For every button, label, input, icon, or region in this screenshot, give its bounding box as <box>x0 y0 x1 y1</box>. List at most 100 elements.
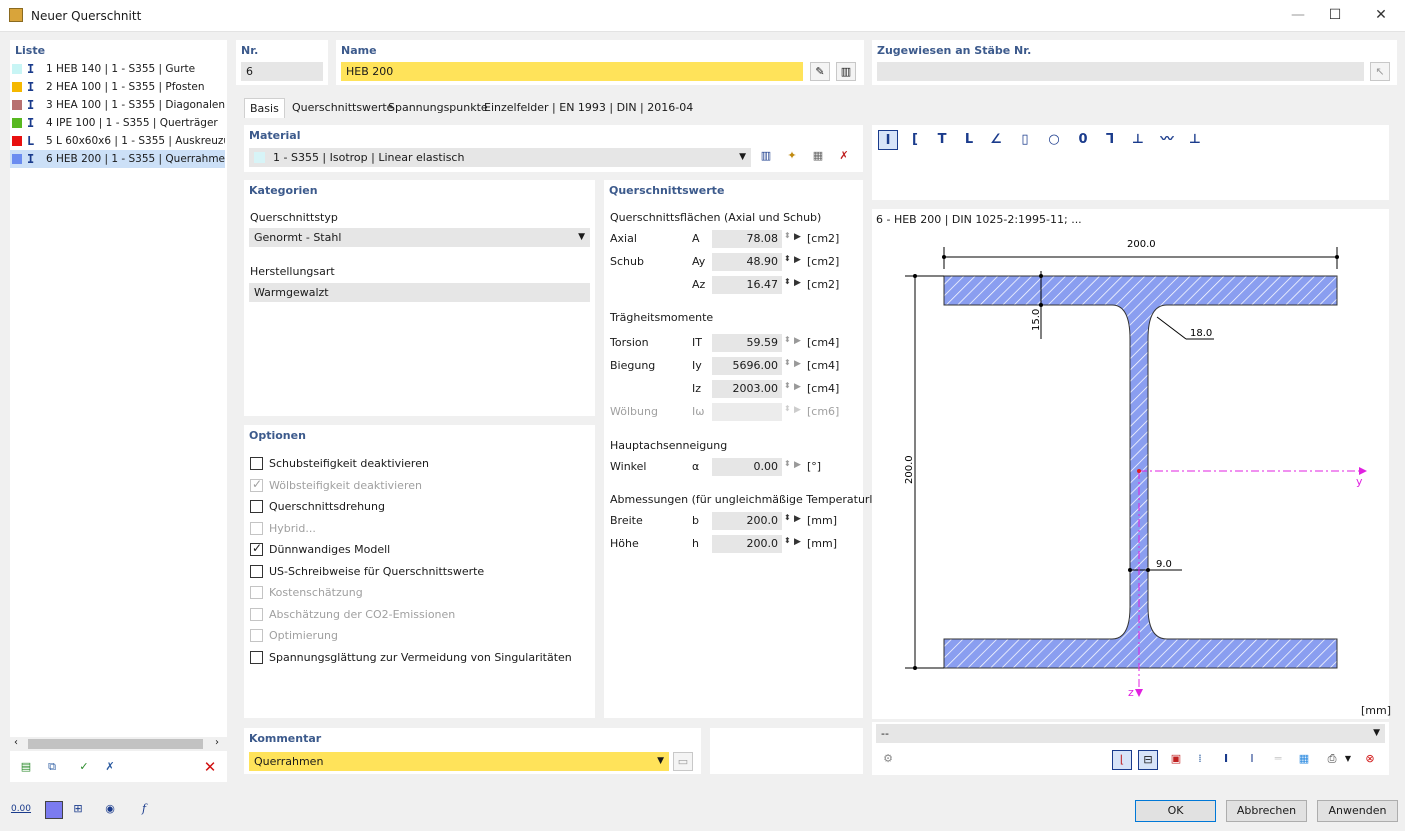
querschnittstyp-select[interactable]: Genormt - Stahl ▼ <box>249 228 590 247</box>
list-item[interactable]: I 3 HEA 100 | 1 - S355 | Diagonalen <box>10 96 225 114</box>
oval-hollow-icon[interactable]: 0 <box>1073 130 1093 150</box>
value-field[interactable]: 200.0 <box>712 535 782 553</box>
show-principal-axes-icon[interactable]: I <box>1242 750 1262 770</box>
spinner-icon[interactable]: ⬍ <box>784 536 791 545</box>
tab-spannungspunkte[interactable]: Spannungspunkte <box>383 98 493 118</box>
arrow-right-icon[interactable]: ▶ <box>794 514 801 524</box>
tab-einzelfelder[interactable]: Einzelfelder | EN 1993 | DIN | 2016-04 <box>479 98 698 118</box>
arrow-right-icon[interactable]: ▶ <box>794 232 801 242</box>
kommentar-select[interactable]: Querrahmen ▼ <box>249 752 669 771</box>
value-field[interactable]: 2003.00 <box>712 380 782 398</box>
delete-icon[interactable]: ✕ <box>200 758 220 778</box>
view-select[interactable]: -- ▼ <box>876 724 1385 743</box>
tab-querschnittswerte[interactable]: Querschnittswerte <box>287 98 398 118</box>
nr-field[interactable]: 6 <box>241 62 323 81</box>
spinner-icon[interactable]: ⬍ <box>784 358 791 367</box>
value-field[interactable]: 200.0 <box>712 512 782 530</box>
cancel-button[interactable]: Abbrechen <box>1226 800 1307 822</box>
grid-icon[interactable]: ▦ <box>1294 750 1314 770</box>
value-field[interactable]: 5696.00 <box>712 357 782 375</box>
edit-material-icon[interactable]: ▦ <box>808 147 828 167</box>
show-centroid-icon[interactable]: ⁞ <box>1190 750 1210 770</box>
delete-material-icon[interactable]: ✗ <box>834 147 854 167</box>
arrow-right-icon[interactable]: ▶ <box>794 255 801 265</box>
name-field[interactable]: HEB 200 <box>341 62 803 81</box>
crane-rail-icon[interactable]: ⊥ <box>1185 130 1205 150</box>
channel-section-icon[interactable]: [ <box>905 130 925 150</box>
list-item[interactable]: I 4 IPE 100 | 1 - S355 | Querträger <box>10 114 225 132</box>
spinner-icon[interactable]: ⬍ <box>784 231 791 240</box>
assigned-field[interactable] <box>877 62 1364 81</box>
angle-section-icon[interactable]: ∠ <box>986 130 1006 150</box>
view-icon[interactable]: ◉ <box>100 800 120 820</box>
edit-name-icon[interactable]: ✎ <box>810 62 830 81</box>
arrow-right-icon[interactable]: ▶ <box>794 359 801 369</box>
spinner-icon[interactable]: ⬍ <box>784 335 791 344</box>
z-section-icon[interactable]: Ꞁ <box>1100 130 1120 150</box>
spinner-icon[interactable]: ⬍ <box>784 381 791 390</box>
check-toggle-icon[interactable]: ✗ <box>100 758 120 778</box>
arrow-right-icon[interactable]: ▶ <box>794 537 801 547</box>
material-library-icon[interactable]: ▥ <box>756 147 776 167</box>
arrow-right-icon[interactable]: ▶ <box>794 336 801 346</box>
scroll-left-icon[interactable]: ‹ <box>14 737 18 748</box>
t-section-icon[interactable]: T <box>932 130 952 150</box>
value-field[interactable]: 48.90 <box>712 253 782 271</box>
color-icon[interactable] <box>45 801 63 819</box>
circular-hollow-icon[interactable]: ○ <box>1044 130 1064 150</box>
units-icon[interactable]: 0.00 <box>10 800 32 820</box>
checkbox[interactable] <box>250 457 263 470</box>
function-icon[interactable]: f <box>134 800 154 820</box>
list-item[interactable]: I 1 HEB 140 | 1 - S355 | Gurte <box>10 60 225 78</box>
list-item[interactable]: I 2 HEA 100 | 1 - S355 | Pfosten <box>10 78 225 96</box>
info-icon[interactable]: ⊞ <box>68 800 88 820</box>
show-parts-icon[interactable]: ═ <box>1268 750 1288 770</box>
spinner-icon[interactable]: ⬍ <box>784 277 791 286</box>
show-stress-points-icon[interactable]: ▣ <box>1166 750 1186 770</box>
value-field[interactable]: 0.00 <box>712 458 782 476</box>
show-axes-icon[interactable]: I <box>1216 750 1236 770</box>
value-field[interactable]: 59.59 <box>712 334 782 352</box>
copy-item-icon[interactable]: ⧉ <box>42 758 62 778</box>
spinner-icon[interactable]: ⬍ <box>784 254 791 263</box>
new-material-icon[interactable]: ✦ <box>782 147 802 167</box>
print-icon[interactable]: ⎙ <box>1322 750 1342 770</box>
spinner-icon[interactable]: ⬍ <box>784 459 791 468</box>
maximize-button[interactable]: ☐ <box>1312 4 1358 26</box>
settings-icon[interactable]: ⚙ <box>878 750 898 770</box>
herstellungsart-field[interactable]: Warmgewalzt <box>249 283 590 302</box>
horizontal-scrollbar[interactable]: ‹ › <box>10 737 227 751</box>
rail-section-icon[interactable]: ⊥ <box>1128 130 1148 150</box>
sheet-pile-icon[interactable]: 〰 <box>1157 130 1177 150</box>
rectangular-hollow-icon[interactable]: ▯ <box>1015 130 1035 150</box>
apply-button[interactable]: Anwenden <box>1317 800 1398 822</box>
i-section-icon[interactable]: I <box>878 130 898 150</box>
checkbox[interactable] <box>250 500 263 513</box>
scroll-thumb[interactable] <box>28 739 203 749</box>
arrow-right-icon[interactable]: ▶ <box>794 278 801 288</box>
check-all-icon[interactable]: ✓ <box>74 758 94 778</box>
arrow-right-icon[interactable]: ▶ <box>794 382 801 392</box>
value-field[interactable]: 16.47 <box>712 276 782 294</box>
reset-view-icon[interactable]: ⊗ <box>1360 750 1380 770</box>
comment-library-icon[interactable]: ▭ <box>673 752 693 771</box>
checkbox[interactable]: ✓ <box>250 541 263 556</box>
library-icon[interactable]: ▥ <box>836 62 856 81</box>
arrow-right-icon[interactable]: ▶ <box>794 460 801 470</box>
scroll-right-icon[interactable]: › <box>215 737 219 748</box>
select-members-icon[interactable]: ↖ <box>1370 62 1390 81</box>
checkbox[interactable] <box>250 565 263 578</box>
print-dropdown-icon[interactable]: ▼ <box>1342 750 1354 770</box>
close-window-button[interactable]: ✕ <box>1358 4 1404 26</box>
value-field[interactable]: 78.08 <box>712 230 782 248</box>
material-select[interactable]: 1 - S355 | Isotrop | Linear elastisch ▼ <box>249 148 751 167</box>
show-section-icon[interactable]: ⌊ <box>1112 750 1132 770</box>
list-item[interactable]: L 5 L 60x60x6 | 1 - S355 | Auskreuzunge <box>10 132 225 150</box>
list-item-selected[interactable]: I 6 HEB 200 | 1 - S355 | Querrahmen <box>10 150 225 168</box>
l-section-icon[interactable]: L <box>959 130 979 150</box>
show-dimensions-icon[interactable]: ⊟ <box>1138 750 1158 770</box>
new-item-icon[interactable]: ▤ <box>16 758 36 778</box>
spinner-icon[interactable]: ⬍ <box>784 513 791 522</box>
ok-button[interactable]: OK <box>1135 800 1216 822</box>
tab-basis[interactable]: Basis <box>244 98 285 118</box>
